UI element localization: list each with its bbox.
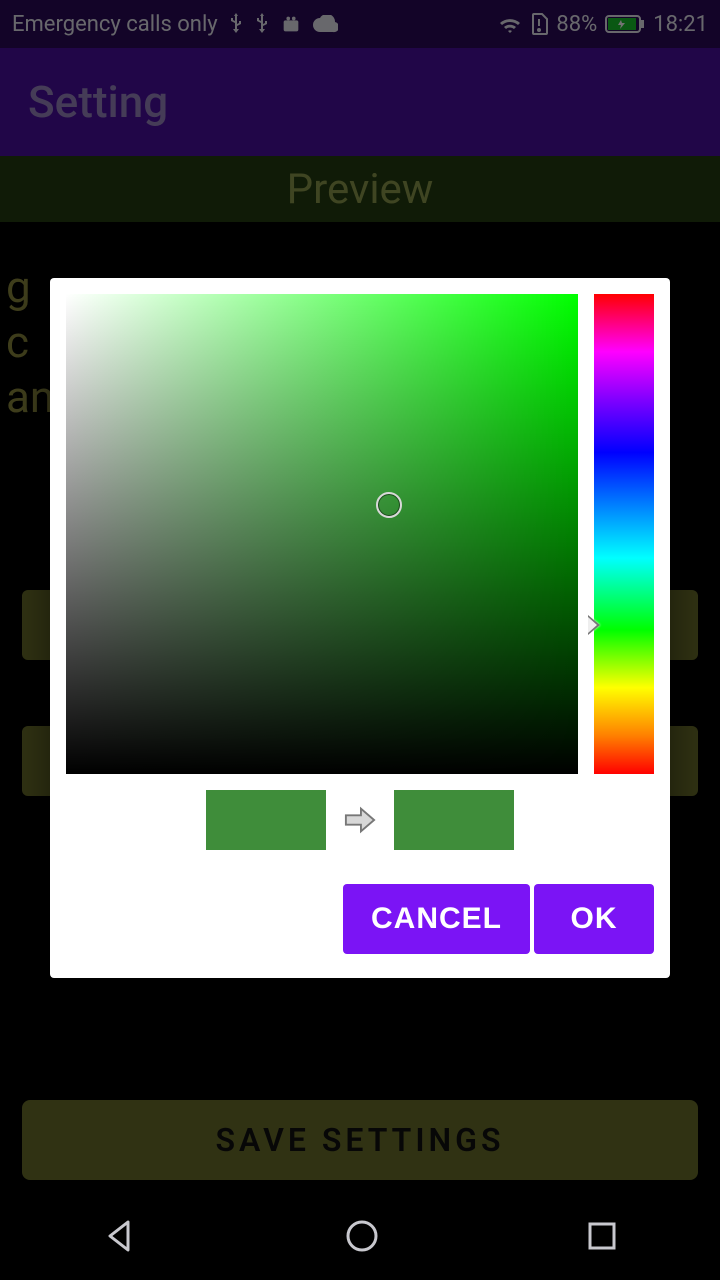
new-color-swatch <box>394 790 514 850</box>
hue-pointer[interactable] <box>588 615 600 635</box>
dialog-button-row: CANCEL OK <box>66 884 654 954</box>
nav-back-icon[interactable] <box>102 1218 138 1258</box>
hue-strip[interactable] <box>594 294 654 774</box>
swatch-row <box>66 790 654 850</box>
nav-bar <box>0 1196 720 1280</box>
picker-row <box>66 294 654 774</box>
nav-recent-icon[interactable] <box>586 1220 618 1256</box>
old-color-swatch <box>206 790 326 850</box>
color-picker-dialog: CANCEL OK <box>50 278 670 978</box>
arrow-right-icon <box>344 804 376 836</box>
cancel-button[interactable]: CANCEL <box>343 884 530 954</box>
nav-home-icon[interactable] <box>343 1217 381 1259</box>
sv-cursor[interactable] <box>376 492 402 518</box>
saturation-value-box[interactable] <box>66 294 578 774</box>
ok-button[interactable]: OK <box>534 884 654 954</box>
